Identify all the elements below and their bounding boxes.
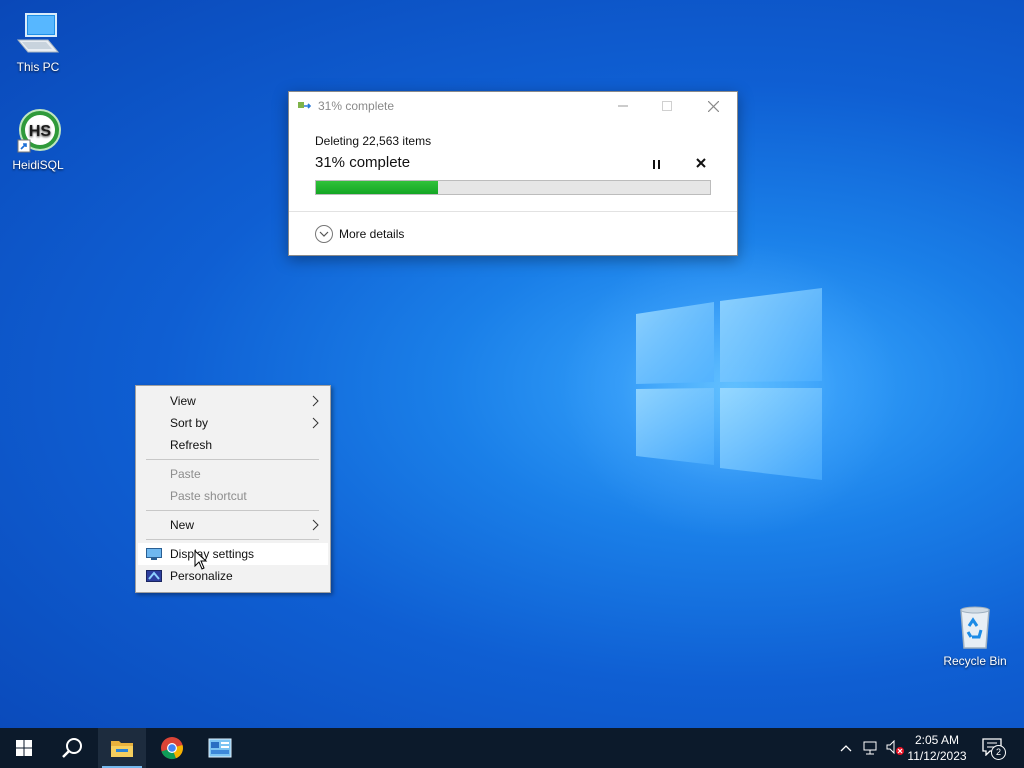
progress-bar-fill: [316, 181, 439, 194]
file-explorer-icon: [111, 741, 133, 757]
display-settings-icon: [146, 548, 162, 560]
control-panel-icon: [208, 738, 232, 758]
dialog-title-bar[interactable]: 31% complete: [289, 92, 737, 120]
chevron-right-icon: [312, 417, 319, 429]
menu-item-label: Sort by: [170, 416, 209, 430]
menu-separator: [146, 539, 319, 540]
minimize-button[interactable]: [601, 92, 645, 120]
menu-item-sort-by[interactable]: Sort by: [138, 412, 328, 434]
clock-time: 2:05 AM: [914, 733, 960, 747]
svg-text:HS: HS: [29, 123, 52, 140]
desktop-icon-heidisql[interactable]: HS HeidiSQL: [0, 108, 76, 172]
menu-item-personalize[interactable]: Personalize: [138, 565, 328, 587]
search-icon: [62, 738, 82, 758]
pause-icon: [652, 159, 655, 169]
percent-complete: 31% complete: [315, 154, 411, 171]
start-button[interactable]: [0, 728, 48, 768]
menu-item-new[interactable]: New: [138, 514, 328, 536]
cancel-button[interactable]: [692, 154, 710, 172]
chevron-right-icon: [312, 519, 319, 531]
notification-badge: 2: [991, 745, 1006, 760]
menu-item-label: Paste: [170, 467, 201, 481]
menu-item-paste: Paste: [138, 463, 328, 485]
chrome-icon: [161, 737, 183, 760]
this-pc-icon: [14, 10, 62, 58]
menu-item-label: New: [170, 518, 195, 532]
clock-date: 11/12/2023: [907, 749, 967, 763]
windows-logo-wallpaper: [636, 288, 822, 480]
start-icon: [16, 740, 32, 756]
chevron-down-icon: [315, 225, 333, 243]
taskbar-control-panel[interactable]: [196, 728, 244, 768]
menu-item-label: Refresh: [170, 438, 213, 452]
maximize-button[interactable]: [645, 92, 689, 120]
menu-item-label: Personalize: [170, 569, 233, 583]
file-operation-icon: [298, 102, 312, 109]
taskbar-chrome[interactable]: [148, 728, 196, 768]
desktop-icon-label: This PC: [16, 60, 60, 74]
close-icon: [707, 100, 719, 112]
mouse-cursor-icon: [194, 550, 208, 570]
desktop-icon-this-pc[interactable]: This PC: [0, 10, 76, 74]
dialog-title: 31% complete: [318, 99, 395, 113]
action-center-button[interactable]: 2: [982, 738, 1006, 760]
menu-item-label: View: [170, 394, 196, 408]
menu-item-view[interactable]: View: [138, 390, 328, 412]
system-clock[interactable]: 2:05 AM 11/12/2023: [902, 732, 972, 764]
menu-item-label: Display settings: [170, 547, 255, 561]
close-button[interactable]: [691, 92, 735, 120]
more-details-label: More details: [339, 227, 405, 241]
chevron-right-icon: [312, 395, 319, 407]
menu-item-label: Paste shortcut: [170, 489, 247, 503]
heidisql-icon: HS: [14, 108, 62, 156]
chevron-up-icon[interactable]: [840, 740, 852, 756]
divider: [289, 211, 737, 212]
desktop-icon-recycle-bin[interactable]: Recycle Bin: [937, 604, 1013, 668]
deleting-status: Deleting 22,563 items: [315, 134, 432, 148]
taskbar: 2:05 AM 11/12/2023 2: [0, 728, 1024, 768]
menu-separator: [146, 459, 319, 460]
desktop-context-menu: View Sort by Refresh Paste Paste shortcu…: [135, 385, 331, 593]
close-icon: [696, 158, 706, 168]
taskbar-file-explorer[interactable]: [98, 728, 146, 768]
desktop-icon-label: Recycle Bin: [943, 654, 1007, 668]
minimize-icon: [618, 105, 628, 107]
menu-item-refresh[interactable]: Refresh: [138, 434, 328, 456]
delete-progress-dialog: 31% complete Deleting 22,563 items 31% c…: [288, 91, 738, 256]
desktop-icon-label: HeidiSQL: [12, 158, 64, 172]
recycle-bin-icon: [951, 604, 999, 652]
personalize-icon: [146, 570, 162, 582]
menu-separator: [146, 510, 319, 511]
menu-item-display-settings[interactable]: Display settings: [138, 543, 328, 565]
maximize-icon: [662, 101, 672, 111]
menu-item-paste-shortcut: Paste shortcut: [138, 485, 328, 507]
pause-icon: [657, 159, 660, 169]
progress-bar: [315, 180, 711, 195]
network-icon[interactable]: [862, 740, 880, 756]
search-button[interactable]: [48, 728, 96, 768]
pause-button[interactable]: [647, 155, 665, 173]
more-details-button[interactable]: More details: [315, 223, 404, 245]
